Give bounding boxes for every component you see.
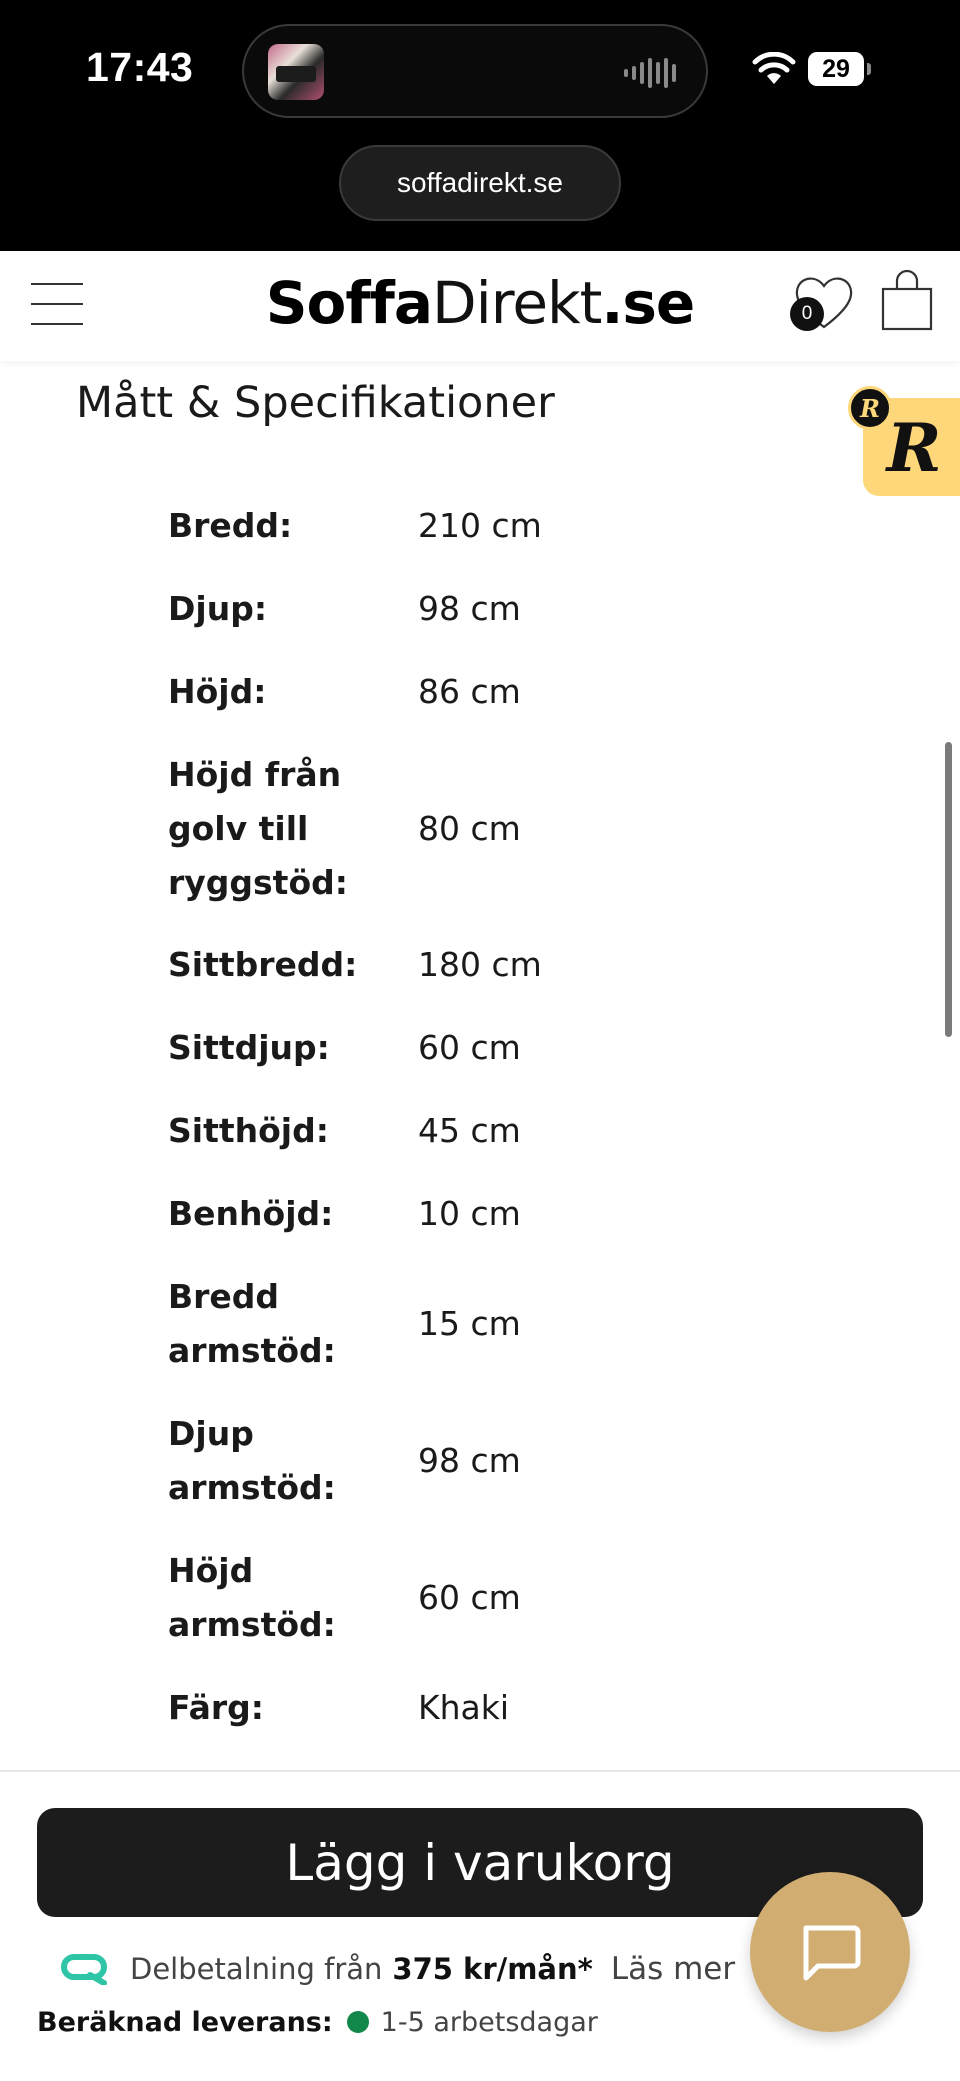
- delivery-label: Beräknad leverans:: [37, 2006, 333, 2038]
- spec-row: Bredd: 210 cm: [168, 499, 868, 553]
- spec-label: Djup armstöd:: [168, 1414, 336, 1507]
- audio-waveform-icon: [624, 56, 682, 90]
- spec-label: Höjd från golv till ryggstöd:: [168, 755, 348, 902]
- spec-value: 98 cm: [418, 589, 521, 628]
- spec-row: Höjd: 86 cm: [168, 665, 868, 719]
- spec-row: Benhöjd: 10 cm: [168, 1187, 868, 1241]
- wifi-icon: [752, 52, 796, 84]
- spec-row: Bredd armstöd: 15 cm: [168, 1270, 868, 1378]
- installment-info: Delbetalning från 375 kr/mån* Läs mer: [60, 1944, 735, 1994]
- spec-value: 180 cm: [418, 945, 542, 984]
- spec-value: 15 cm: [418, 1304, 521, 1343]
- spec-label: Djup:: [168, 589, 268, 628]
- spec-value: 98 cm: [418, 1441, 521, 1480]
- spec-row: Färg: Khaki: [168, 1681, 868, 1735]
- reviews-small-icon: R: [848, 386, 892, 430]
- delivery-estimate: Beräknad leverans: 1-5 arbetsdagar: [37, 2000, 598, 2044]
- spec-label: Sittdjup:: [168, 1028, 330, 1067]
- spec-label: Bredd armstöd:: [168, 1277, 336, 1370]
- specifications-heading: Mått & Specifikationer: [76, 378, 555, 428]
- url-bar[interactable]: soffadirekt.se: [339, 145, 621, 221]
- dynamic-island[interactable]: [242, 24, 708, 118]
- spec-row: Djup armstöd: 98 cm: [168, 1407, 868, 1515]
- logo-part-bold: Soffa: [265, 269, 433, 337]
- logo-part-thin: Direkt: [431, 269, 602, 337]
- status-time: 17:43: [86, 44, 194, 90]
- spec-value: 86 cm: [418, 672, 521, 711]
- spec-value: 60 cm: [418, 1028, 521, 1067]
- spec-value: 210 cm: [418, 506, 542, 545]
- payment-provider-icon: [61, 1954, 107, 1985]
- installment-text: Delbetalning från: [130, 1952, 383, 1986]
- battery-indicator: 29: [808, 52, 871, 86]
- spec-row: Sitthöjd: 45 cm: [168, 1104, 868, 1158]
- spec-label: Höjd:: [168, 672, 267, 711]
- scrollbar[interactable]: [945, 742, 952, 1037]
- status-bar: 17:43 29 soffadirekt.se: [0, 0, 960, 251]
- spec-label: Höjd armstöd:: [168, 1551, 336, 1644]
- spec-value: 10 cm: [418, 1194, 521, 1233]
- logo-part-suffix: .se: [601, 269, 695, 337]
- wishlist-count-badge: 0: [790, 297, 824, 331]
- chat-button[interactable]: [750, 1872, 910, 2032]
- read-more-link[interactable]: Läs mer: [611, 1951, 735, 1987]
- spec-label: Färg:: [168, 1688, 264, 1727]
- installment-amount: 375 kr/mån*: [392, 1952, 593, 1986]
- spec-value: 80 cm: [418, 809, 521, 848]
- spec-value: Khaki: [418, 1688, 510, 1727]
- shopping-bag-icon[interactable]: [880, 269, 934, 333]
- in-stock-dot-icon: [346, 2011, 369, 2033]
- spec-row: Djup: 98 cm: [168, 582, 868, 636]
- reviews-logo-icon: R: [886, 409, 942, 487]
- chat-bubble-icon: [803, 1925, 861, 1981]
- spec-label: Benhöjd:: [168, 1194, 334, 1233]
- spec-row: Sittbredd: 180 cm: [168, 938, 868, 992]
- site-header: SoffaDirekt.se 0: [0, 251, 960, 361]
- now-playing-thumbnail: [268, 44, 324, 100]
- spec-row: Höjd från golv till ryggstöd: 80 cm: [168, 748, 868, 910]
- delivery-value: 1-5 arbetsdagar: [380, 2006, 598, 2038]
- spec-label: Sitthöjd:: [168, 1111, 329, 1150]
- spec-value: 45 cm: [418, 1111, 521, 1150]
- spec-row: Höjd armstöd: 60 cm: [168, 1544, 868, 1652]
- spec-row: Sittdjup: 60 cm: [168, 1021, 868, 1075]
- spec-label: Bredd:: [168, 506, 293, 545]
- spec-label: Sittbredd:: [168, 945, 358, 984]
- spec-value: 60 cm: [418, 1578, 521, 1617]
